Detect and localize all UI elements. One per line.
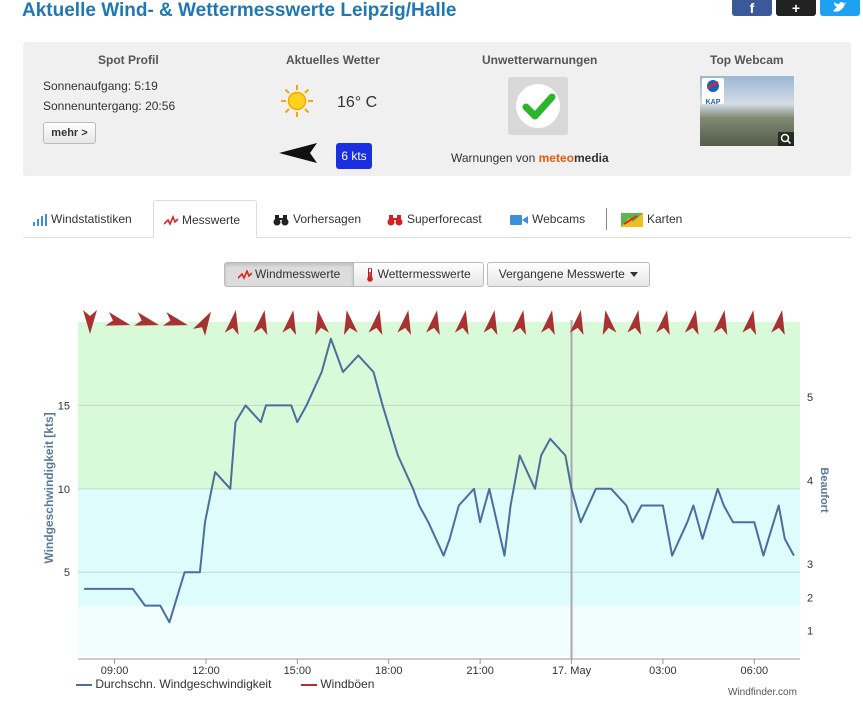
plus-share-button[interactable]: + bbox=[776, 0, 816, 16]
beaufort-tick-label: 5 bbox=[807, 392, 813, 404]
y-axis-label: Windgeschwindigkeit [kts] bbox=[42, 412, 56, 563]
line-chart-icon bbox=[237, 268, 253, 280]
beaufort-tick-label: 4 bbox=[807, 475, 813, 487]
kap-logo: KAP bbox=[702, 78, 724, 106]
temperature-value: 16° C bbox=[337, 94, 378, 111]
beaufort-tick-label: 3 bbox=[807, 559, 813, 571]
tab-webcams[interactable]: Webcams bbox=[500, 200, 600, 238]
map-icon bbox=[621, 212, 643, 227]
wind-speed-badge: 6 kts bbox=[336, 143, 372, 169]
legend-swatch-avg bbox=[76, 683, 92, 686]
caret-down-icon bbox=[630, 272, 639, 278]
wind-chart: 5 10 15 1 2 3 4 5 09:00 12:00 15:00 18:00 21:00 17. M… bbox=[42, 310, 830, 677]
spot-info-panel: Spot Profil Sonnenaufgang: 5:19 Sonnenun… bbox=[23, 42, 851, 176]
tab-bar: Windstatistiken Messwerte Vorhersagen Su… bbox=[23, 200, 851, 238]
meteomedia-logo: meteomedia bbox=[538, 151, 609, 165]
x-tick-label: 21:00 bbox=[466, 665, 494, 677]
legend-item-gusts[interactable]: Windböen bbox=[301, 677, 374, 691]
tab-karten[interactable]: Karten bbox=[611, 200, 701, 238]
twitter-share-button[interactable] bbox=[820, 0, 860, 16]
sunset-text: Sonnenuntergang: 20:56 bbox=[43, 99, 176, 113]
legend-item-avg-speed[interactable]: Durchschn. Windgeschwindigkeit bbox=[76, 677, 271, 691]
past-values-dropdown[interactable]: Vergangene Messwerte bbox=[487, 262, 650, 287]
sunrise-text: Sonnenaufgang: 5:19 bbox=[43, 79, 158, 93]
warnings-prefix: Warnungen von bbox=[451, 151, 536, 165]
beaufort-tick-label: 2 bbox=[807, 592, 813, 604]
twitter-icon bbox=[833, 2, 847, 12]
beaufort-axis-label: Beaufort bbox=[818, 467, 830, 513]
thermometer-icon bbox=[367, 267, 374, 282]
x-tick-label: 03:00 bbox=[649, 665, 677, 677]
zoom-icon bbox=[778, 132, 794, 146]
y-tick-label: 5 bbox=[64, 567, 70, 579]
x-tick-label: 18:00 bbox=[375, 665, 403, 677]
x-tick-label: 15:00 bbox=[284, 665, 312, 677]
tab-messwerte[interactable]: Messwerte bbox=[153, 200, 257, 238]
wind-arrow-icon bbox=[279, 143, 317, 163]
current-weather-title: Aktuelles Wetter bbox=[286, 53, 380, 67]
tab-vorhersagen[interactable]: Vorhersagen bbox=[263, 200, 371, 238]
x-tick-label: 09:00 bbox=[101, 665, 129, 677]
speed-band bbox=[78, 605, 800, 656]
sun-icon bbox=[281, 85, 313, 117]
bar-chart-icon bbox=[33, 213, 47, 226]
camera-icon bbox=[510, 214, 528, 225]
warnings-title: Unwetterwarnungen bbox=[482, 53, 598, 67]
beaufort-tick-label: 1 bbox=[807, 626, 813, 638]
x-tick-label: 06:00 bbox=[741, 665, 769, 677]
x-tick-label: 12:00 bbox=[192, 665, 220, 677]
warnings-provider[interactable]: Warnungen von meteomedia bbox=[451, 151, 609, 165]
facebook-share-button[interactable]: f bbox=[732, 0, 772, 16]
binoculars-red-icon bbox=[387, 214, 403, 226]
legend-swatch-gusts bbox=[301, 683, 317, 686]
tab-windstatistiken[interactable]: Windstatistiken bbox=[23, 200, 151, 238]
spot-profile-title: Spot Profil bbox=[98, 53, 159, 67]
y-tick-label: 15 bbox=[58, 400, 70, 412]
y-tick-label: 10 bbox=[58, 484, 70, 496]
checkmark-icon bbox=[516, 84, 560, 128]
more-button[interactable]: mehr > bbox=[43, 122, 96, 144]
tab-superforecast[interactable]: Superforecast bbox=[377, 200, 499, 238]
windfinder-credit: Windfinder.com bbox=[728, 687, 797, 698]
binoculars-icon bbox=[273, 214, 289, 226]
weather-values-button[interactable]: Wettermesswerte bbox=[353, 262, 484, 287]
wind-values-button[interactable]: Windmesswerte bbox=[224, 262, 354, 287]
webcam-title: Top Webcam bbox=[710, 53, 784, 67]
webcam-thumbnail[interactable]: KAP bbox=[700, 76, 794, 146]
warning-status-box[interactable] bbox=[508, 77, 568, 135]
line-chart-icon bbox=[164, 214, 178, 226]
x-tick-label: 17. May bbox=[552, 665, 592, 677]
tab-separator bbox=[606, 208, 607, 230]
page-title: Aktuelle Wind- & Wettermesswerte Leipzig… bbox=[22, 0, 457, 21]
